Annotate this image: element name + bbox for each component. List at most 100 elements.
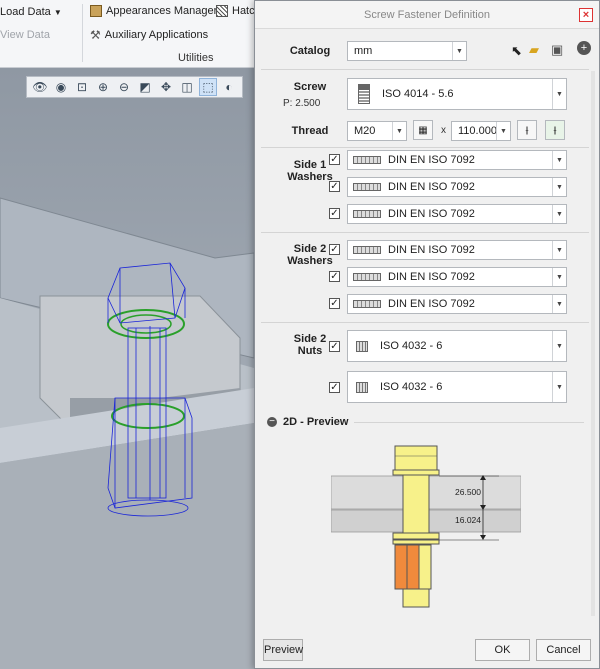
side2-washer2-checkbox[interactable]: ✓ xyxy=(329,271,340,282)
thread-size-select[interactable]: M20 ▼ xyxy=(347,121,407,141)
chevron-down-icon: ▼ xyxy=(53,8,62,17)
side1-washer1-select[interactable]: DIN EN ISO 7092 ▼ xyxy=(347,150,567,170)
collapse-icon[interactable]: − xyxy=(267,417,277,427)
chevron-down-icon: ▼ xyxy=(452,42,466,60)
side1-washer2-select[interactable]: DIN EN ISO 7092 ▼ xyxy=(347,177,567,197)
side1-washer3-checkbox[interactable]: ✓ xyxy=(329,208,340,219)
chevron-down-icon: ▼ xyxy=(552,151,566,169)
chevron-down-icon: ▼ xyxy=(552,205,566,223)
divider xyxy=(354,421,585,423)
side2-nut1-select[interactable]: ISO 4032 - 6 ▼ xyxy=(347,330,567,362)
pointer-icon[interactable]: ⬉ xyxy=(511,43,522,59)
screw-value: ISO 4014 - 5.6 xyxy=(382,88,454,100)
dimension-1: 26.500 xyxy=(455,487,481,497)
washer-icon xyxy=(353,210,381,218)
washer-icon xyxy=(353,183,381,191)
screw-length-icon[interactable]: ⫲ xyxy=(517,120,537,140)
side2-washer1-checkbox[interactable]: ✓ xyxy=(329,244,340,255)
divider xyxy=(261,69,589,70)
side1-washer1-value: DIN EN ISO 7092 xyxy=(388,154,475,166)
side2-washer3-value: DIN EN ISO 7092 xyxy=(388,298,475,310)
hatch-button[interactable]: Hatc xyxy=(216,5,255,17)
side1-washer3-value: DIN EN ISO 7092 xyxy=(388,208,475,220)
preview-drawing: 26.500 16.024 xyxy=(331,445,521,608)
appearances-icon xyxy=(90,5,102,17)
vertical-scrollbar[interactable] xyxy=(591,71,595,616)
side2-washers-label-line1: Side 2 xyxy=(293,243,327,255)
side2-washer3-checkbox[interactable]: ✓ xyxy=(329,298,340,309)
preview-button[interactable]: Preview xyxy=(263,639,303,661)
chevron-down-icon: ▼ xyxy=(552,331,566,361)
thread-size-value: M20 xyxy=(354,125,376,137)
side2-nut2-value: ISO 4032 - 6 xyxy=(380,381,443,393)
chevron-down-icon: ▼ xyxy=(552,79,566,109)
catalog-select[interactable]: mm ▼ xyxy=(347,41,467,61)
side2-nut2-checkbox[interactable]: ✓ xyxy=(329,382,340,393)
load-data-button[interactable]: Load Data ▼ xyxy=(0,6,62,18)
side1-washer2-value: DIN EN ISO 7092 xyxy=(388,181,475,193)
divider xyxy=(261,147,589,148)
utilities-group-label: Utilities xyxy=(178,52,214,64)
thread-length-value: 110.000 xyxy=(458,125,496,137)
side1-label-line2: Washers xyxy=(287,171,333,183)
auxiliary-applications-label: Auxiliary Applications xyxy=(104,29,209,41)
hatch-icon xyxy=(216,5,228,17)
nut-icon xyxy=(356,381,368,393)
side2-nut1-value: ISO 4032 - 6 xyxy=(380,340,443,352)
screw-label: Screw xyxy=(293,81,327,93)
side2-washer2-value: DIN EN ISO 7092 xyxy=(388,271,475,283)
auxiliary-applications-button[interactable]: ⚒ Auxiliary Applications xyxy=(90,28,208,42)
divider xyxy=(261,232,589,233)
view-data-button[interactable]: View Data xyxy=(0,29,50,41)
preview-section-header[interactable]: − 2D - Preview xyxy=(267,416,585,428)
nut-icon xyxy=(356,340,368,352)
screw-icon xyxy=(358,84,370,104)
dimension-2: 16.024 xyxy=(455,515,481,525)
side2-washer1-value: DIN EN ISO 7092 xyxy=(388,244,475,256)
side1-washer3-select[interactable]: DIN EN ISO 7092 ▼ xyxy=(347,204,567,224)
chevron-down-icon: ▼ xyxy=(552,178,566,196)
side2-nuts-label-line1: Side 2 xyxy=(293,333,327,345)
side1-washer1-checkbox[interactable]: ✓ xyxy=(329,154,340,165)
side1-label-line1: Side 1 xyxy=(293,159,327,171)
side2-washer2-select[interactable]: DIN EN ISO 7092 ▼ xyxy=(347,267,567,287)
screw-pitch: P: 2.500 xyxy=(283,98,321,109)
side2-washer3-select[interactable]: DIN EN ISO 7092 ▼ xyxy=(347,294,567,314)
side2-nuts-label-line2: Nuts xyxy=(297,345,323,357)
model-render xyxy=(0,197,254,669)
appearances-manager-button[interactable]: Appearances Manager xyxy=(90,5,217,17)
divider xyxy=(261,322,589,323)
chevron-down-icon: ▼ xyxy=(552,295,566,313)
side2-washer1-select[interactable]: DIN EN ISO 7092 ▼ xyxy=(347,240,567,260)
chevron-down-icon: ▼ xyxy=(552,372,566,402)
side1-washer2-checkbox[interactable]: ✓ xyxy=(329,181,340,192)
chevron-down-icon: ▼ xyxy=(552,268,566,286)
side2-nut1-checkbox[interactable]: ✓ xyxy=(329,341,340,352)
thread-length-select[interactable]: 110.000 ▼ xyxy=(451,121,511,141)
thread-times: x xyxy=(441,125,446,136)
screw-settings-icon[interactable]: ⫲ xyxy=(545,120,565,140)
close-icon[interactable]: × xyxy=(579,8,593,22)
cancel-button[interactable]: Cancel xyxy=(536,639,591,661)
screw-select[interactable]: ISO 4014 - 5.6 ▼ xyxy=(347,78,567,110)
side2-nut2-select[interactable]: ISO 4032 - 6 ▼ xyxy=(347,371,567,403)
save-icon[interactable]: ▣ xyxy=(551,42,563,58)
washer-icon xyxy=(353,246,381,254)
tools-icon: ⚒ xyxy=(90,28,101,42)
ok-button[interactable]: OK xyxy=(475,639,530,661)
catalog-value: mm xyxy=(354,45,373,57)
appearances-manager-label: Appearances Manager xyxy=(106,5,218,17)
side2-washers-label-line2: Washers xyxy=(287,255,333,267)
washer-icon xyxy=(353,273,381,281)
thread-label: Thread xyxy=(291,125,329,137)
load-data-label: Load Data xyxy=(0,6,51,18)
screw-fastener-dialog: Screw Fastener Definition × Catalog mm ▼… xyxy=(254,0,600,669)
add-icon[interactable]: + xyxy=(577,41,591,55)
catalog-label: Catalog xyxy=(289,45,331,57)
washer-icon xyxy=(353,300,381,308)
folder-open-icon[interactable]: ▰ xyxy=(529,42,539,58)
chevron-down-icon: ▼ xyxy=(496,122,510,140)
preview-section-title: 2D - Preview xyxy=(283,416,349,428)
washer-icon xyxy=(353,156,381,164)
thread-length-icon[interactable]: ▦ xyxy=(413,120,433,140)
